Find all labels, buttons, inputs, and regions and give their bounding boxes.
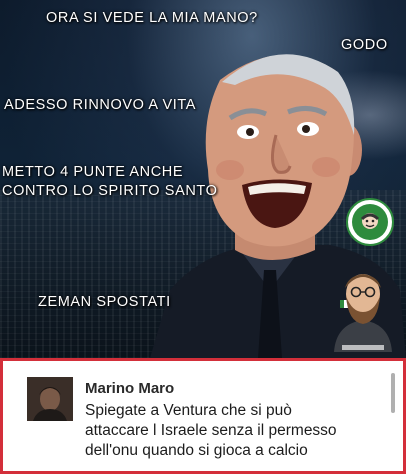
caption-rinnovo: ADESSO RINNOVO A VITA	[4, 97, 197, 113]
user-photo-icon	[27, 377, 73, 421]
green-page-logo	[346, 198, 394, 246]
meme-image: ORA SI VEDE LA MIA MANO? GODO ADESSO RIN…	[0, 0, 406, 358]
face-icon	[360, 213, 380, 229]
caption-punte-line2: CONTRO LO SPIRITO SANTO	[2, 183, 218, 199]
comment-line: Spiegate a Ventura che si può	[85, 402, 292, 419]
scrollbar[interactable]	[391, 373, 395, 413]
caption-zeman: ZEMAN SPOSTATI	[38, 294, 171, 310]
avatar[interactable]	[27, 377, 73, 421]
caption-top: ORA SI VEDE LA MIA MANO?	[46, 10, 258, 26]
bearded-man-logo	[334, 274, 392, 352]
comment-author[interactable]: Marino Maro	[85, 380, 174, 397]
caption-godo: GODO	[341, 37, 388, 53]
caption-punte-line1: METTO 4 PUNTE ANCHE	[2, 164, 184, 180]
comment-line: attaccare l Israele senza il permesso	[85, 422, 337, 439]
comment-line: dell'onu quando si gioca a calcio	[85, 442, 308, 459]
comment-card: Marino Maro Spiegate a Ventura che si pu…	[0, 358, 406, 474]
comment-text: Spiegate a Ventura che si può attaccare …	[85, 401, 385, 461]
